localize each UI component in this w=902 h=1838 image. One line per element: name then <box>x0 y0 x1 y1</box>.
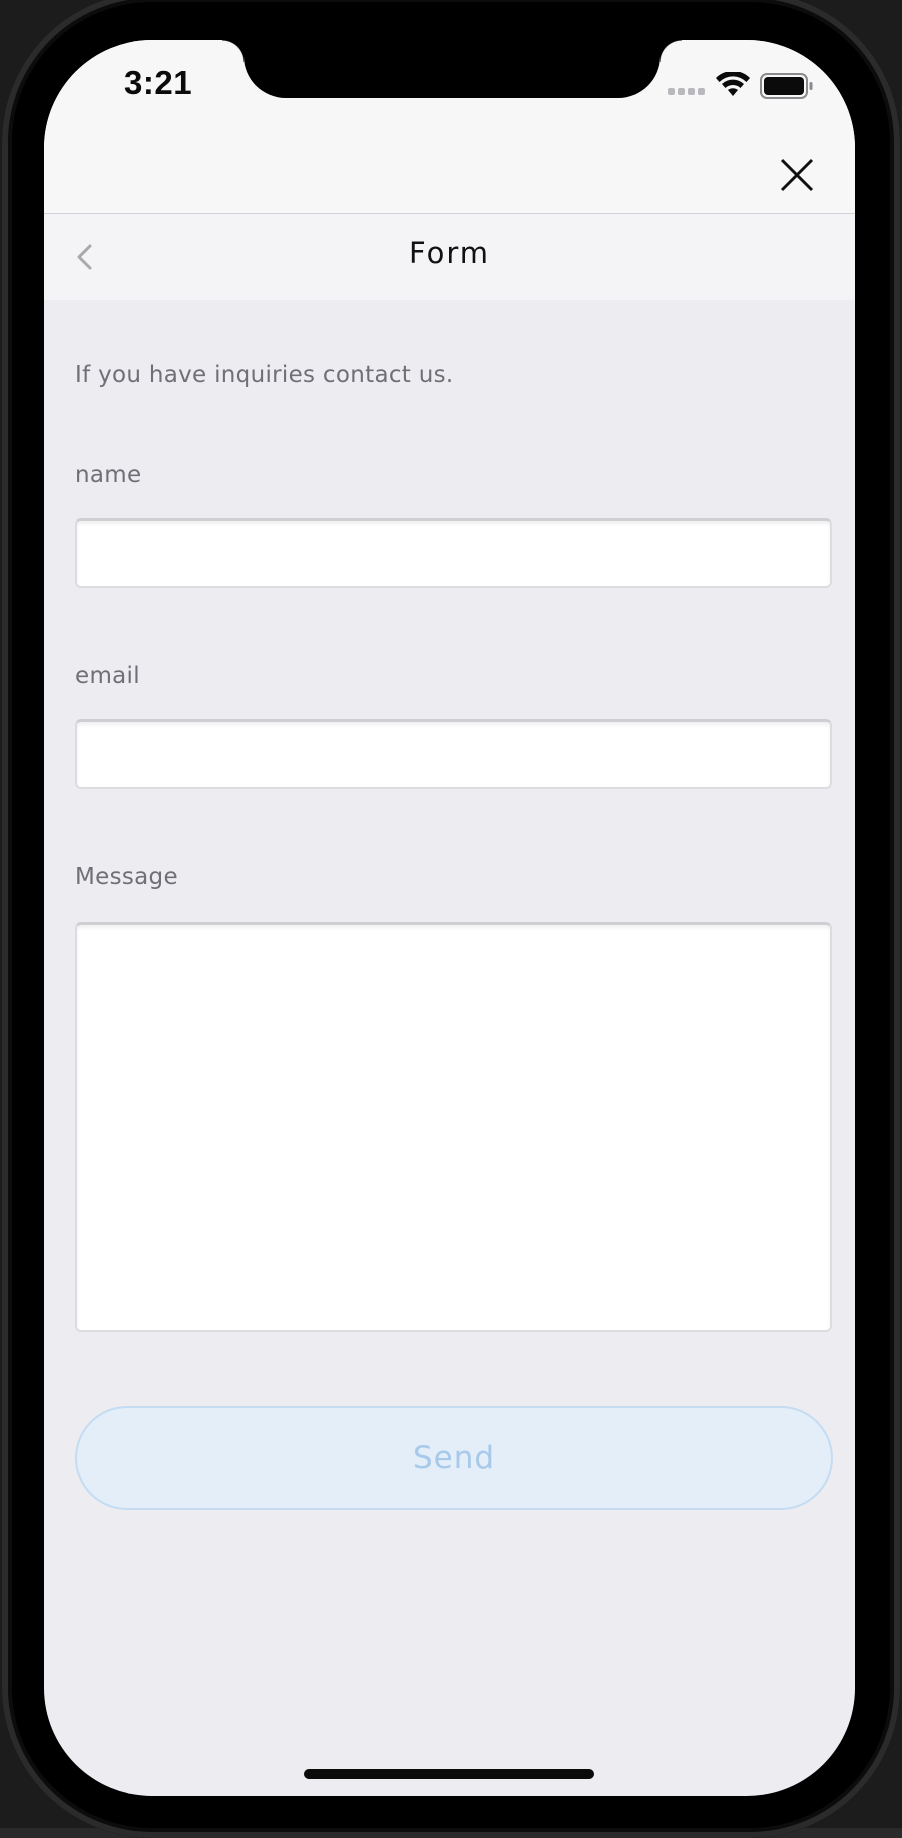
intro-text: If you have inquiries contact us. <box>75 362 454 388</box>
send-button[interactable]: Send <box>75 1406 833 1510</box>
modal-header <box>44 140 855 214</box>
message-textarea[interactable] <box>75 922 832 1332</box>
message-label: Message <box>75 864 178 890</box>
status-bar: 3:21 <box>44 40 855 140</box>
name-label: name <box>75 462 142 488</box>
name-input[interactable] <box>75 518 832 588</box>
wifi-icon <box>716 72 750 96</box>
home-indicator <box>304 1769 594 1779</box>
email-input[interactable] <box>75 719 832 789</box>
battery-icon <box>760 73 813 99</box>
signal-icon <box>668 88 705 95</box>
notch <box>222 40 682 98</box>
phone-screen: 3:21 Form If you have inquiries contact … <box>44 40 855 1796</box>
close-icon[interactable] <box>772 150 822 200</box>
nav-bar: Form <box>44 214 855 300</box>
email-label: email <box>75 663 140 689</box>
page-title: Form <box>408 236 491 270</box>
